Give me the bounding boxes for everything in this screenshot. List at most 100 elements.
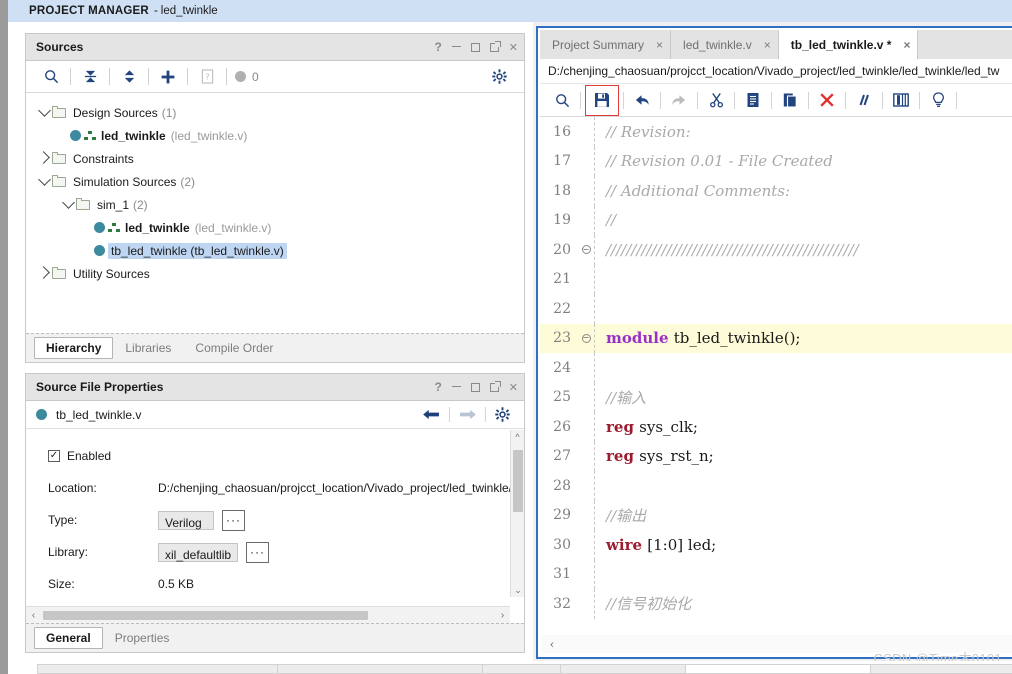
- close-icon[interactable]: ×: [764, 38, 771, 52]
- fold-collapse-icon[interactable]: −: [581, 245, 591, 255]
- fold-collapse-icon[interactable]: −: [581, 333, 591, 343]
- code-line[interactable]: 23− module tb_led_twinkle();: [540, 323, 1012, 353]
- code-text: // Additional Comments:: [606, 181, 791, 200]
- folder-icon: [76, 197, 91, 211]
- scroll-track[interactable]: [41, 610, 495, 620]
- search-icon[interactable]: [548, 88, 576, 113]
- close-icon[interactable]: ×: [903, 38, 910, 52]
- copy-icon[interactable]: [739, 88, 767, 113]
- save-button[interactable]: [585, 84, 619, 116]
- bottom-tab-cell[interactable]: [561, 665, 686, 673]
- code-line[interactable]: 22: [540, 294, 1012, 324]
- editor-tab-project-summary[interactable]: Project Summary ×: [540, 30, 672, 59]
- tab-hierarchy[interactable]: Hierarchy: [34, 337, 114, 359]
- tree-item-led-twinkle-sim[interactable]: led_twinkle (led_twinkle.v): [26, 216, 524, 239]
- code-line[interactable]: 20− /////////////////////////////////////…: [540, 235, 1012, 265]
- library-field[interactable]: xil_defaultlib: [158, 542, 239, 562]
- float-icon[interactable]: [489, 380, 501, 392]
- close-icon[interactable]: ×: [656, 38, 663, 52]
- bottom-tab-cell[interactable]: [871, 665, 1012, 673]
- chevron-down-icon[interactable]: [36, 173, 52, 187]
- properties-vertical-scrollbar[interactable]: ^ ⌄: [510, 430, 524, 597]
- code-line[interactable]: 17 // Revision 0.01 - File Created: [540, 146, 1012, 176]
- tab-general[interactable]: General: [34, 627, 103, 649]
- bottom-tab-cell[interactable]: [38, 665, 278, 673]
- scroll-up-icon[interactable]: ^: [511, 430, 524, 444]
- tree-item-design-sources[interactable]: Design Sources (1): [26, 101, 524, 124]
- code-line[interactable]: 21: [540, 264, 1012, 294]
- cut-icon[interactable]: [702, 88, 730, 113]
- enabled-row[interactable]: Enabled: [48, 440, 524, 472]
- error-count-indicator[interactable]: 0: [235, 70, 259, 84]
- delete-icon[interactable]: [813, 88, 841, 113]
- code-line[interactable]: 19 //: [540, 205, 1012, 235]
- bottom-tab-cell-active[interactable]: [686, 665, 871, 673]
- minimize-icon[interactable]: [451, 45, 461, 47]
- comment-icon[interactable]: [850, 88, 878, 113]
- close-icon[interactable]: [509, 381, 518, 394]
- bottom-tab-strip[interactable]: [37, 664, 1012, 674]
- maximize-icon[interactable]: [470, 42, 480, 52]
- scroll-thumb[interactable]: [43, 610, 368, 620]
- code-line[interactable]: 25 //输入: [540, 382, 1012, 412]
- search-icon[interactable]: [36, 64, 66, 90]
- paste-icon[interactable]: [776, 88, 804, 113]
- editor-tab-led-twinkle[interactable]: led_twinkle.v ×: [671, 30, 779, 59]
- tab-properties[interactable]: Properties: [103, 627, 182, 649]
- plus-icon[interactable]: [153, 64, 183, 90]
- enabled-checkbox[interactable]: [48, 450, 60, 462]
- code-line[interactable]: 18 // Additional Comments:: [540, 176, 1012, 206]
- code-line[interactable]: 29 //输出: [540, 500, 1012, 530]
- undo-icon[interactable]: [628, 88, 656, 113]
- bulb-icon[interactable]: [924, 88, 952, 113]
- scroll-right-icon[interactable]: ›: [495, 610, 510, 621]
- code-line[interactable]: 31: [540, 559, 1012, 589]
- scroll-left-icon[interactable]: ‹: [542, 638, 562, 651]
- library-browse-button[interactable]: ···: [246, 541, 270, 563]
- tree-item-constraints[interactable]: Constraints: [26, 147, 524, 170]
- close-icon[interactable]: [509, 41, 518, 54]
- properties-horizontal-scrollbar[interactable]: ‹ ›: [26, 606, 510, 623]
- tree-item-tb-led-twinkle[interactable]: tb_led_twinkle (tb_led_twinkle.v): [26, 239, 524, 262]
- column-edit-icon[interactable]: [887, 88, 915, 113]
- code-line[interactable]: 16 // Revision:: [540, 117, 1012, 147]
- code-line[interactable]: 30 wire [1:0] led;: [540, 530, 1012, 560]
- bottom-tab-cell[interactable]: [278, 665, 483, 673]
- code-line[interactable]: 27 reg sys_rst_n;: [540, 441, 1012, 471]
- scroll-down-icon[interactable]: ⌄: [511, 583, 525, 597]
- left-column: Sources ? ✕ ? 0 Design Sources (1) led_t…: [17, 22, 533, 674]
- chevron-right-icon[interactable]: [36, 150, 52, 165]
- tab-libraries[interactable]: Libraries: [113, 337, 183, 359]
- type-browse-button[interactable]: ···: [222, 509, 245, 531]
- back-arrow-icon[interactable]: [417, 408, 446, 421]
- fold-control[interactable]: −: [578, 245, 594, 255]
- editor-tab-tb-led-twinkle[interactable]: tb_led_twinkle.v * ×: [778, 30, 919, 59]
- tree-item-sim-1[interactable]: sim_1 (2): [26, 193, 524, 216]
- float-icon[interactable]: [489, 40, 501, 52]
- tree-item-led-twinkle-design[interactable]: led_twinkle (led_twinkle.v): [26, 124, 524, 147]
- tree-item-simulation-sources[interactable]: Simulation Sources (2): [26, 170, 524, 193]
- tree-item-utility-sources[interactable]: Utility Sources: [26, 262, 524, 285]
- help-icon[interactable]: [434, 381, 441, 393]
- minimize-icon[interactable]: [451, 385, 461, 387]
- code-line[interactable]: 26 reg sys_clk;: [540, 412, 1012, 442]
- chevron-down-icon[interactable]: [60, 196, 76, 210]
- code-editor[interactable]: 16 // Revision: 17 // Revision 0.01 - File…: [540, 117, 1012, 655]
- gear-icon[interactable]: [489, 407, 516, 422]
- type-field[interactable]: Verilog: [158, 510, 214, 530]
- scroll-left-icon[interactable]: ‹: [26, 610, 41, 621]
- tab-compile-order[interactable]: Compile Order: [183, 337, 285, 359]
- code-line[interactable]: 28: [540, 471, 1012, 501]
- gear-icon[interactable]: [484, 64, 514, 90]
- code-line[interactable]: 24: [540, 353, 1012, 383]
- scroll-thumb[interactable]: [513, 450, 523, 512]
- code-line[interactable]: 32 //信号初始化: [540, 589, 1012, 619]
- bottom-tab-cell[interactable]: [483, 665, 561, 673]
- maximize-icon[interactable]: [470, 382, 480, 392]
- chevron-down-icon[interactable]: [36, 104, 52, 118]
- collapse-all-icon[interactable]: [75, 64, 105, 90]
- fold-control[interactable]: −: [578, 333, 594, 343]
- chevron-right-icon[interactable]: [36, 265, 52, 280]
- expand-collapse-icon[interactable]: [114, 64, 144, 90]
- help-icon[interactable]: [434, 41, 441, 53]
